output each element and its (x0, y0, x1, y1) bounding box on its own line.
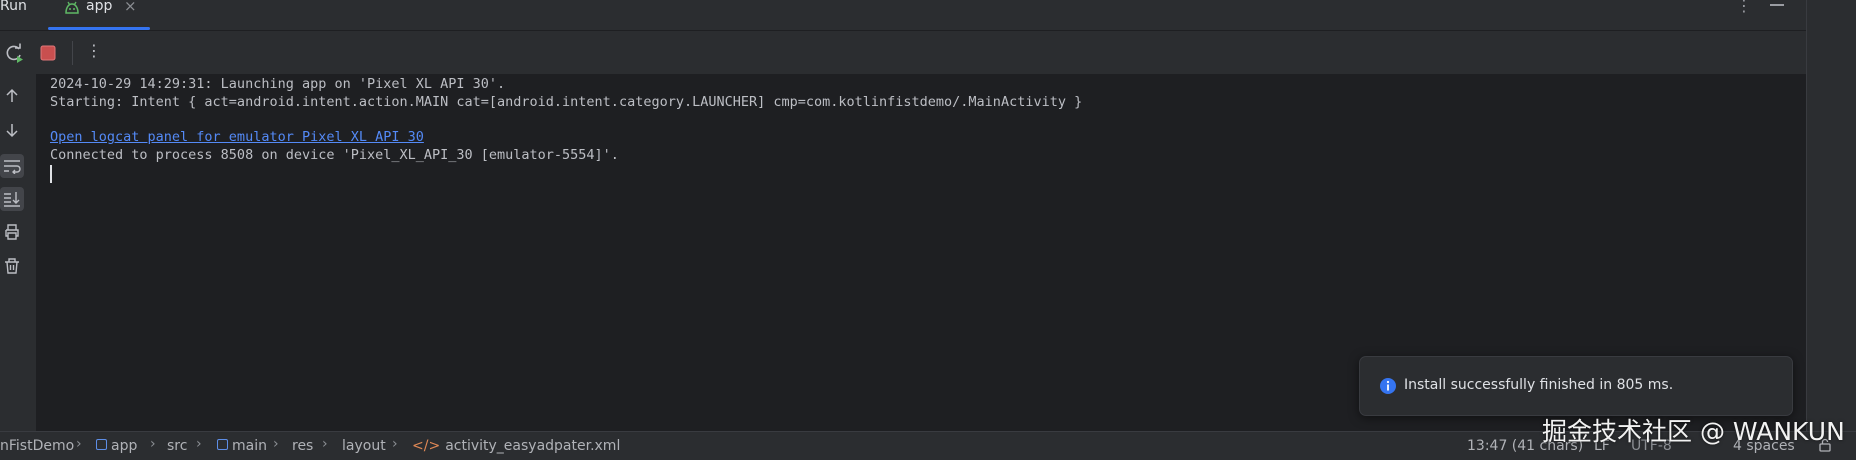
scroll-to-end-icon[interactable] (0, 187, 24, 211)
run-tool-window-header: Run app × ⋮ (0, 0, 1806, 31)
info-icon (1380, 378, 1396, 394)
stop-icon[interactable] (40, 45, 56, 61)
chevron-right-icon: › (322, 436, 328, 452)
breadcrumb-layout[interactable]: layout (342, 438, 386, 454)
chevron-right-icon: › (392, 436, 398, 452)
text-caret (50, 165, 52, 183)
breadcrumb-res[interactable]: res (292, 438, 313, 454)
soft-wrap-icon[interactable] (0, 154, 24, 178)
notification-toast[interactable]: Install successfully finished in 805 ms. (1359, 356, 1793, 416)
android-icon (65, 1, 79, 14)
open-logcat-link[interactable]: Open logcat panel for emulator Pixel XL … (50, 129, 424, 145)
tab-app[interactable]: app × (48, 0, 150, 30)
run-tool-window-title: Run (0, 0, 27, 14)
toolbar-more-icon[interactable]: ⋮ (86, 41, 102, 60)
breadcrumb-module-label: app (111, 438, 138, 454)
notification-message: Install successfully finished in 805 ms. (1404, 377, 1674, 393)
module-icon (96, 439, 107, 450)
console-line: Starting: Intent { act=android.intent.ac… (50, 94, 1083, 110)
tab-close-icon[interactable]: × (124, 0, 137, 15)
chevron-right-icon: › (273, 436, 279, 452)
arrow-down-icon[interactable] (0, 118, 24, 142)
tab-active-indicator (48, 27, 150, 30)
console-line: Connected to process 8508 on device 'Pix… (50, 147, 619, 163)
console-action-gutter (0, 74, 36, 431)
breadcrumb-file[interactable]: </> activity_easyadpater.xml (412, 438, 620, 454)
more-options-icon[interactable]: ⋮ (1736, 0, 1752, 15)
run-toolbar: ⋮ (0, 31, 1806, 74)
chevron-right-icon: › (196, 436, 202, 452)
trash-icon[interactable] (0, 254, 24, 278)
console-line: 2024-10-29 14:29:31: Launching app on 'P… (50, 76, 506, 92)
chevron-right-icon: › (76, 436, 82, 452)
xml-file-icon: </> (412, 438, 441, 454)
folder-icon (217, 439, 228, 450)
right-tool-strip (1806, 0, 1856, 431)
breadcrumb-src[interactable]: src (167, 438, 187, 454)
minimize-icon[interactable] (1770, 4, 1784, 6)
breadcrumb-project[interactable]: nFistDemo (0, 438, 74, 454)
breadcrumb-file-label: activity_easyadpater.xml (445, 438, 621, 454)
chevron-right-icon: › (150, 436, 156, 452)
toolbar-separator (72, 41, 73, 65)
watermark: 掘金技术社区 @ WANKUN (1542, 417, 1845, 446)
arrow-up-icon[interactable] (0, 84, 24, 108)
breadcrumb-main[interactable]: main (217, 438, 267, 454)
breadcrumb-main-label: main (232, 438, 267, 454)
rerun-icon[interactable] (4, 43, 24, 63)
tab-app-label: app (86, 0, 113, 14)
print-icon[interactable] (0, 220, 24, 244)
breadcrumb-module[interactable]: app (96, 438, 137, 454)
